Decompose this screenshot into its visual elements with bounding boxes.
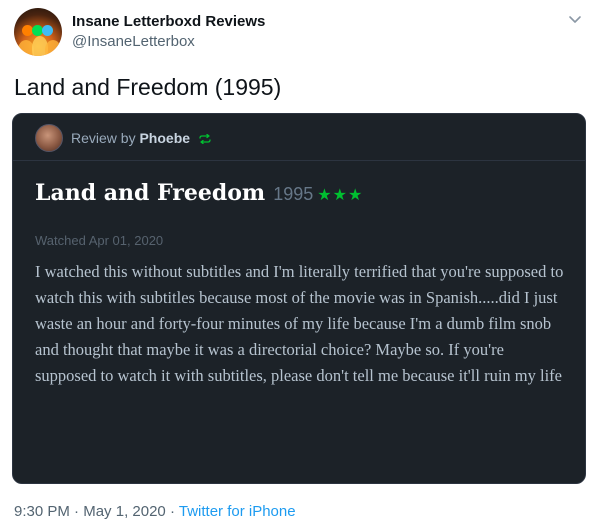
tweet-meta: 9:30 PM · May 1, 2020 · Twitter for iPho…: [14, 503, 296, 520]
watched-date: Watched Apr 01, 2020: [35, 233, 164, 248]
tweet-source-link[interactable]: Twitter for iPhone: [179, 503, 296, 520]
review-body: I watched this without subtitles and I'm…: [35, 262, 564, 385]
meta-separator: ·: [169, 503, 175, 520]
display-name[interactable]: Insane Letterboxd Reviews: [72, 13, 265, 30]
card-divider: [13, 160, 585, 161]
film-title[interactable]: Land and Freedom: [35, 180, 265, 206]
film-year[interactable]: 1995: [273, 184, 313, 204]
flame-shape: [45, 40, 61, 56]
logo-dot-blue: [42, 25, 53, 36]
tweet-time[interactable]: 9:30 PM: [14, 503, 70, 520]
reviewer-avatar[interactable]: [35, 124, 63, 152]
review-by-label: Review by: [71, 130, 140, 146]
repeat-icon: [199, 134, 211, 145]
review-by-line: Review by Phoebe: [71, 130, 212, 146]
review-card[interactable]: Review by Phoebe Land and Freedom 1995 ★★★…: [12, 113, 586, 484]
film-title-line: Land and Freedom 1995 ★★★: [35, 180, 363, 206]
tweet-header: Insane Letterboxd Reviews @InsaneLetterb…: [14, 8, 586, 58]
star-rating: ★★★: [317, 185, 364, 204]
tweet-date[interactable]: May 1, 2020: [83, 503, 166, 520]
account-handle[interactable]: @InsaneLetterbox: [72, 33, 195, 50]
reviewer-name[interactable]: Phoebe: [139, 130, 190, 146]
meta-separator: ·: [74, 503, 80, 520]
chevron-down-icon[interactable]: [568, 12, 582, 26]
tweet-text: Land and Freedom (1995): [14, 74, 282, 100]
account-avatar[interactable]: [14, 8, 62, 56]
